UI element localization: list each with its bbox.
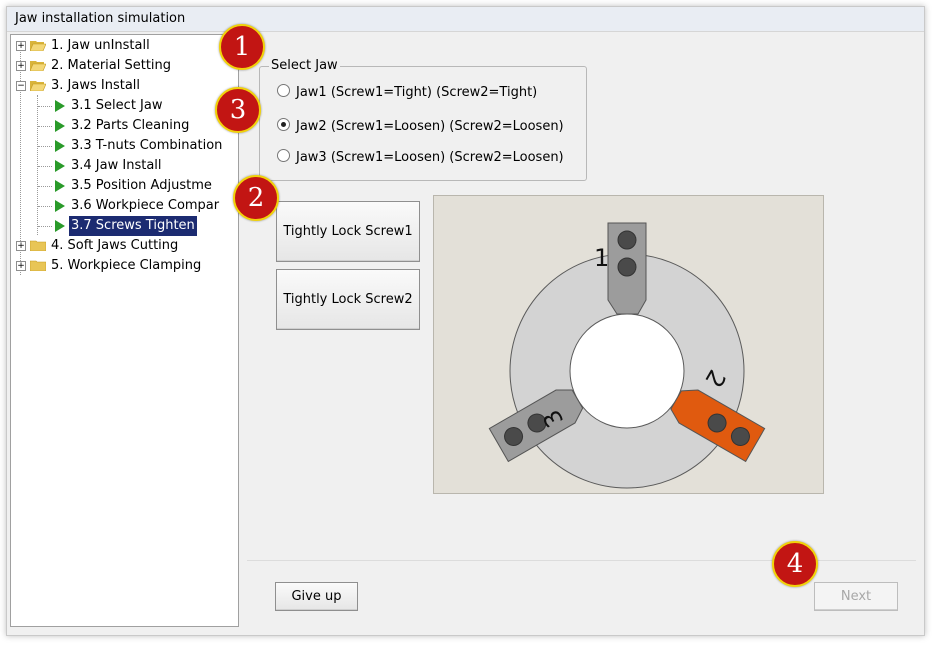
folder-icon — [30, 260, 46, 271]
radio-button-icon[interactable] — [277, 149, 290, 162]
radio-jaw1[interactable]: Jaw1 (Screw1=Tight) (Screw2=Tight) — [277, 84, 537, 102]
step-tree: + 1. Jaw unInstall + 2. Material Setting… — [10, 34, 239, 627]
lock-screw1-button[interactable]: Tightly Lock Screw1 — [276, 201, 420, 262]
step-arrow-icon — [55, 220, 65, 232]
step-arrow-icon — [55, 180, 65, 192]
expand-icon[interactable]: + — [16, 61, 26, 71]
jaw-1-label: 1 — [594, 244, 609, 272]
tree-item-label: 3.6 Workpiece Compar — [71, 198, 220, 213]
folder-open-icon — [30, 41, 46, 51]
radio-jaw3[interactable]: Jaw3 (Screw1=Loosen) (Screw2=Loosen) — [277, 149, 564, 167]
tree-guide-line — [38, 166, 52, 167]
radio-button-icon[interactable] — [277, 84, 290, 97]
callout-marker-1: 1 — [219, 24, 265, 70]
tree-item-label: 3.2 Parts Cleaning — [71, 118, 190, 133]
tree-item-label: 5. Workpiece Clamping — [51, 258, 202, 273]
tree-item-label: 3.1 Select Jaw — [71, 98, 163, 113]
tree-guide-line — [38, 186, 52, 187]
folder-open-icon — [30, 81, 46, 91]
tree-guide-line — [38, 206, 52, 207]
radio-label: Jaw1 (Screw1=Tight) (Screw2=Tight) — [296, 85, 538, 100]
callout-marker-3: 3 — [215, 87, 261, 133]
tree-guide-line — [37, 95, 38, 235]
next-button[interactable]: Next — [814, 582, 898, 611]
step-arrow-icon — [55, 160, 65, 172]
folder-open-icon — [30, 61, 46, 71]
tree-guide-line — [38, 146, 52, 147]
title-bar: Jaw installation simulation — [7, 7, 924, 32]
callout-marker-2: 2 — [233, 175, 279, 221]
radio-label: Jaw3 (Screw1=Loosen) (Screw2=Loosen) — [296, 150, 564, 165]
tree-item-label: 3.4 Jaw Install — [71, 158, 162, 173]
give-up-button[interactable]: Give up — [275, 582, 358, 611]
tree-item-label: 3.5 Position Adjustme — [71, 178, 212, 193]
radio-label: Jaw2 (Screw1=Loosen) (Screw2=Loosen) — [296, 119, 564, 134]
radio-button-checked-icon[interactable] — [277, 118, 290, 131]
tree-item-label: 2. Material Setting — [51, 58, 172, 73]
radio-jaw2[interactable]: Jaw2 (Screw1=Loosen) (Screw2=Loosen) — [277, 118, 564, 136]
window-title: Jaw installation simulation — [15, 11, 186, 26]
chuck-diagram: 1 2 3 — [488, 222, 766, 489]
tree-item-label: 1. Jaw unInstall — [51, 38, 150, 53]
step-arrow-icon — [55, 200, 65, 212]
tree-guide-line — [38, 106, 52, 107]
jaw-1[interactable] — [607, 222, 647, 315]
tree-item-label: 3. Jaws Install — [51, 78, 141, 93]
step-arrow-icon — [55, 120, 65, 132]
tree-item-label: 4. Soft Jaws Cutting — [51, 238, 179, 253]
tree-guide-line — [38, 226, 52, 227]
expand-icon[interactable]: + — [16, 261, 26, 271]
callout-marker-4: 4 — [772, 541, 818, 587]
tree-item-label-selected: 3.7 Screws Tighten — [69, 216, 197, 236]
expand-icon[interactable]: + — [16, 241, 26, 251]
folder-icon — [30, 240, 46, 251]
tree-guide-line — [38, 126, 52, 127]
lock-screw2-button[interactable]: Tightly Lock Screw2 — [276, 269, 420, 330]
step-arrow-icon — [55, 140, 65, 152]
collapse-icon[interactable]: − — [16, 81, 26, 91]
chuck-simulation: 1 2 3 — [433, 195, 824, 494]
expand-icon[interactable]: + — [16, 41, 26, 51]
step-arrow-icon — [55, 100, 65, 112]
select-jaw-label: Select Jaw — [269, 58, 340, 73]
tree-item-label: 3.3 T-nuts Combination — [71, 138, 223, 153]
